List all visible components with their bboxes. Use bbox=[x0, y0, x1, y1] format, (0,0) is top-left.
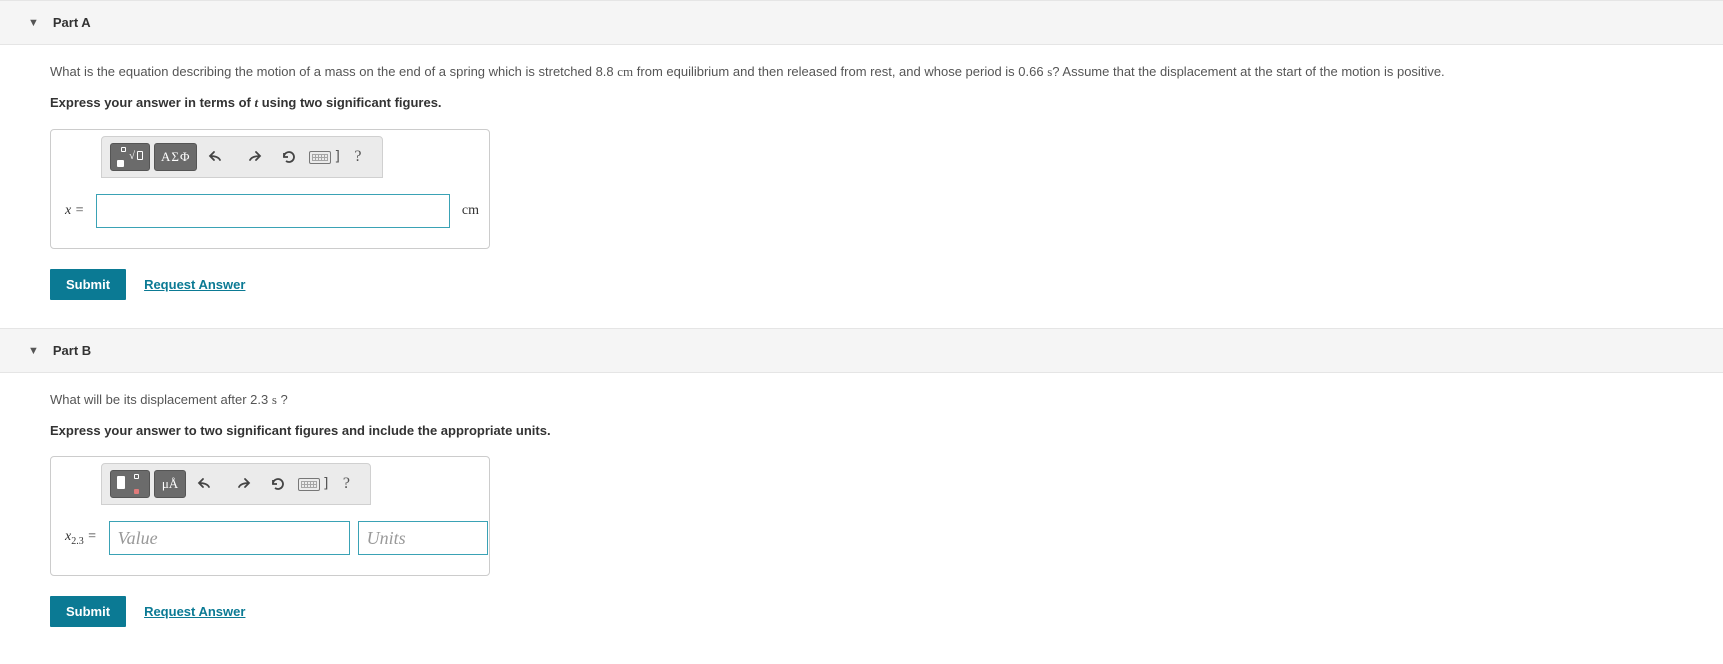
part-b-header[interactable]: ▼ Part B bbox=[0, 328, 1723, 373]
part-a-body: What is the equation describing the moti… bbox=[0, 45, 1723, 328]
part-a-answer-box: √ ΑΣΦ ] ? x = cm bbox=[50, 129, 490, 249]
part-a-input-row: x = cm bbox=[51, 178, 489, 248]
help-button[interactable]: ? bbox=[346, 143, 370, 171]
q-text: What is the equation describing the moti… bbox=[50, 64, 617, 79]
submit-button[interactable]: Submit bbox=[50, 269, 126, 300]
part-a-header[interactable]: ▼ Part A bbox=[0, 0, 1723, 45]
part-b-value-input[interactable] bbox=[109, 521, 350, 555]
q-text: ? bbox=[277, 392, 288, 407]
templates-button[interactable] bbox=[110, 470, 150, 498]
unit-label: cm bbox=[462, 203, 479, 219]
request-answer-link[interactable]: Request Answer bbox=[144, 604, 245, 619]
templates-button[interactable]: √ bbox=[110, 143, 150, 171]
reset-icon bbox=[280, 148, 298, 166]
var-sub: 2.3 bbox=[71, 536, 84, 547]
undo-button[interactable] bbox=[201, 143, 233, 171]
bracket-icon: ] bbox=[322, 476, 330, 492]
part-b-body: What will be its displacement after 2.3 … bbox=[0, 373, 1723, 655]
part-a-instructions: Express your answer in terms of t using … bbox=[50, 95, 1703, 111]
keyboard-icon bbox=[309, 151, 331, 164]
reset-button[interactable] bbox=[262, 470, 294, 498]
part-b-title: Part B bbox=[53, 343, 91, 358]
equals: = bbox=[71, 203, 84, 218]
part-b-toolbar: μÅ ] ? bbox=[101, 463, 371, 505]
keyboard-button[interactable]: ] bbox=[298, 470, 330, 498]
part-a-answer-input[interactable] bbox=[96, 194, 450, 228]
equals: = bbox=[84, 529, 97, 544]
part-b-input-row: x2.3 = bbox=[51, 505, 489, 575]
q-unit: cm bbox=[617, 64, 633, 79]
redo-button[interactable] bbox=[226, 470, 258, 498]
variable-label: x = bbox=[65, 203, 84, 219]
bracket-icon: ] bbox=[333, 149, 341, 165]
part-a-title: Part A bbox=[53, 15, 91, 30]
part-a-buttons: Submit Request Answer bbox=[50, 269, 1703, 300]
request-answer-link[interactable]: Request Answer bbox=[144, 277, 245, 292]
submit-button[interactable]: Submit bbox=[50, 596, 126, 627]
keyboard-icon bbox=[298, 478, 320, 491]
instr-text: using two significant figures. bbox=[258, 95, 441, 110]
q-text: ? Assume that the displacement at the st… bbox=[1052, 64, 1444, 79]
keyboard-button[interactable]: ] bbox=[309, 143, 341, 171]
templates-icon: √ bbox=[117, 147, 143, 167]
variable-label: x2.3 = bbox=[65, 529, 97, 547]
caret-down-icon[interactable]: ▼ bbox=[28, 17, 39, 29]
q-text: from equilibrium and then released from … bbox=[633, 64, 1047, 79]
part-a-question: What is the equation describing the moti… bbox=[50, 63, 1703, 81]
part-b-instructions: Express your answer to two significant f… bbox=[50, 423, 1703, 438]
reset-button[interactable] bbox=[273, 143, 305, 171]
units-mu-button[interactable]: μÅ bbox=[154, 470, 186, 498]
part-b-answer-box: μÅ ] ? x2.3 = bbox=[50, 456, 490, 576]
help-button[interactable]: ? bbox=[334, 470, 358, 498]
instr-text: Express your answer in terms of bbox=[50, 95, 254, 110]
greek-button[interactable]: ΑΣΦ bbox=[154, 143, 197, 171]
part-a-toolbar: √ ΑΣΦ ] ? bbox=[101, 136, 383, 178]
redo-icon bbox=[244, 149, 262, 165]
part-b-units-input[interactable] bbox=[358, 521, 488, 555]
undo-icon bbox=[208, 149, 226, 165]
undo-button[interactable] bbox=[190, 470, 222, 498]
redo-icon bbox=[233, 476, 251, 492]
redo-button[interactable] bbox=[237, 143, 269, 171]
q-text: What will be its displacement after 2.3 bbox=[50, 392, 272, 407]
caret-down-icon[interactable]: ▼ bbox=[28, 345, 39, 357]
templates-icon bbox=[117, 474, 143, 494]
part-b-buttons: Submit Request Answer bbox=[50, 596, 1703, 627]
reset-icon bbox=[269, 475, 287, 493]
part-b-question: What will be its displacement after 2.3 … bbox=[50, 391, 1703, 409]
undo-icon bbox=[197, 476, 215, 492]
